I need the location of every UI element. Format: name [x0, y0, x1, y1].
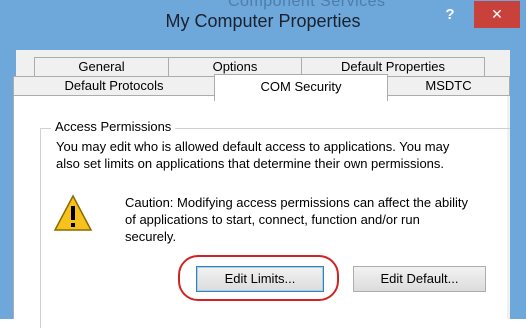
- caution-line-3: securely.: [125, 229, 177, 244]
- description-line-2: also set limits on applications that det…: [56, 156, 445, 171]
- caution-line-1: Caution: Modifying access permissions ca…: [125, 195, 468, 210]
- caution-line-2: of applications to start, connect, funct…: [125, 212, 420, 227]
- title-bar: Component Services My Computer Propertie…: [0, 0, 526, 50]
- help-button[interactable]: ?: [440, 5, 460, 25]
- edit-default-button[interactable]: Edit Default...: [353, 266, 486, 292]
- tab-msdtc[interactable]: MSDTC: [387, 76, 510, 96]
- description-line-1: You may edit who is allowed default acce…: [56, 139, 450, 154]
- background-window-title: Component Services: [228, 0, 386, 10]
- highlight-annotation: [178, 255, 339, 301]
- tab-com-security[interactable]: COM Security: [214, 74, 388, 101]
- tab-default-protocols[interactable]: Default Protocols: [13, 76, 215, 96]
- warning-icon: [53, 194, 93, 231]
- close-button[interactable]: ✕: [474, 1, 520, 28]
- group-title: Access Permissions: [51, 119, 176, 134]
- tab-general[interactable]: General: [34, 57, 169, 77]
- window-frame-right: [510, 50, 526, 319]
